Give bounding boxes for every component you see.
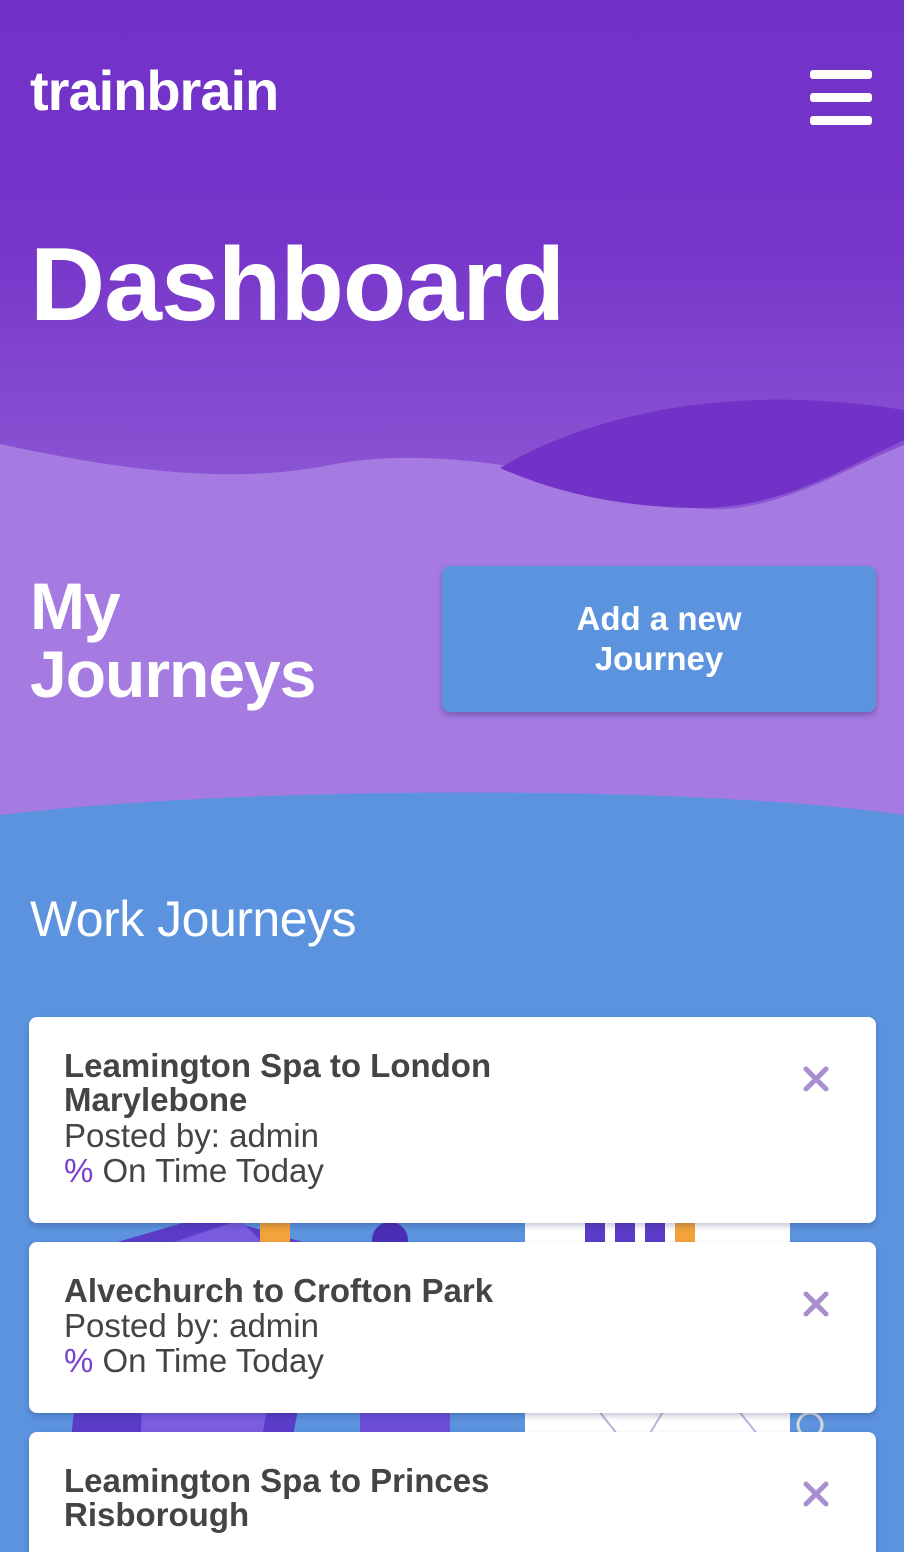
journey-posted-by: Posted by: admin xyxy=(64,1307,319,1344)
on-time-label: On Time Today xyxy=(93,1342,324,1379)
work-journeys-heading: Work Journeys xyxy=(30,891,357,947)
close-icon[interactable] xyxy=(802,1480,830,1508)
page-title: Dashboard xyxy=(30,227,565,343)
journey-card[interactable]: Alvechurch to Crofton Park Posted by: ad… xyxy=(29,1242,876,1413)
journey-card[interactable]: Leamington Spa to Princes Risborough xyxy=(29,1432,876,1552)
add-journey-button[interactable]: Add a new Journey xyxy=(442,566,876,712)
my-journeys-heading: My Journeys xyxy=(30,572,410,708)
journey-on-time: % On Time Today xyxy=(64,1344,324,1378)
journey-title: Leamington Spa to London Marylebone xyxy=(64,1047,492,1118)
my-journeys-heading-line1: My xyxy=(30,569,121,643)
close-icon[interactable] xyxy=(802,1290,830,1318)
close-icon[interactable] xyxy=(802,1065,830,1093)
on-time-label: On Time Today xyxy=(93,1152,324,1189)
app-logo[interactable]: trainbrain xyxy=(30,58,279,123)
my-journeys-heading-line2: Journeys xyxy=(30,637,316,711)
journey-card[interactable]: Leamington Spa to London Marylebone Post… xyxy=(29,1017,876,1223)
add-journey-button-label: Add a new Journey xyxy=(576,600,742,677)
journey-title: Leamington Spa to Princes Risborough xyxy=(64,1462,490,1533)
journey-on-time: % On Time Today xyxy=(64,1154,324,1188)
journey-title: Alvechurch to Crofton Park xyxy=(64,1272,494,1309)
journey-posted-by: Posted by: admin xyxy=(64,1117,319,1154)
percent-value: % xyxy=(64,1342,94,1379)
percent-value: % xyxy=(64,1152,94,1189)
hamburger-menu-icon[interactable] xyxy=(810,70,872,126)
